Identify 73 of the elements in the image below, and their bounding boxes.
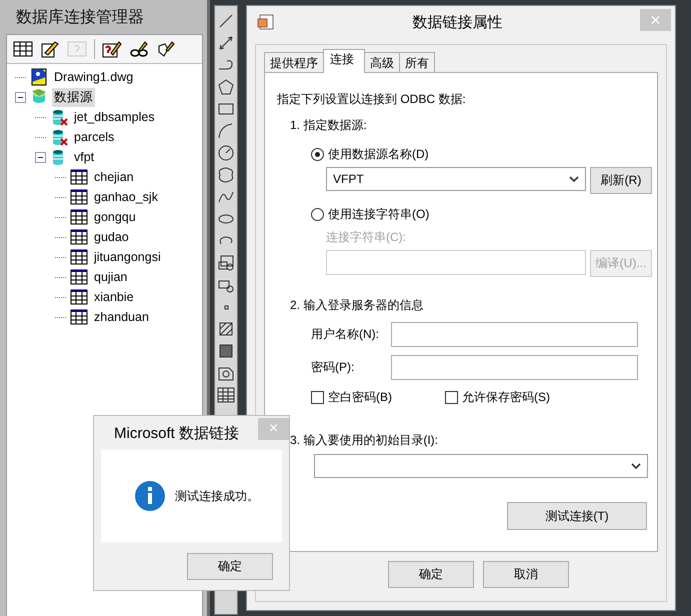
panel-title: 数据库连接管理器 [15, 8, 145, 28]
tree-item[interactable]: jet_dbsamples [72, 109, 157, 125]
collapse-icon[interactable] [35, 152, 46, 162]
checkbox-label[interactable]: 允许保存密码(S) [462, 389, 550, 406]
catalog-dropdown[interactable] [314, 454, 648, 478]
db-error-icon [50, 108, 68, 126]
window-title: Microsoft 数据链接 [113, 424, 240, 443]
checkbox[interactable] [445, 391, 458, 404]
datasource-icon [30, 88, 48, 106]
field-label: 密码(P): [311, 359, 356, 376]
window-title: 数据链接属性 [412, 12, 504, 32]
table-icon [70, 288, 88, 306]
radio-button[interactable] [311, 208, 324, 221]
tree-item[interactable]: ganhao_sjk [92, 189, 160, 205]
table-icon[interactable] [217, 386, 235, 404]
tree-item[interactable]: 数据源 [52, 88, 95, 106]
step-heading: 3. 输入要使用的初始目录(I): [290, 432, 440, 449]
intro-text: 指定下列设置以连接到 ODBC 数据: [277, 91, 467, 108]
refresh-button[interactable]: 刷新(R) [590, 167, 652, 194]
circle-icon[interactable] [217, 144, 235, 162]
tab[interactable]: 所有 [399, 52, 435, 73]
connection-string-field[interactable] [326, 250, 586, 275]
window-icon [257, 14, 275, 30]
link-tool-icon[interactable] [129, 40, 149, 58]
tree-item[interactable]: jituangongsi [92, 249, 163, 265]
message-text: 测试连接成功。 [175, 488, 259, 504]
tab[interactable]: 提供程序 [264, 52, 324, 73]
tree-item[interactable]: Drawing1.dwg [52, 69, 136, 85]
table-icon [70, 228, 88, 246]
checkbox-label[interactable]: 空白密码(B) [328, 389, 392, 406]
dimension-icon[interactable] [217, 34, 235, 52]
ok-button[interactable]: 确定 [187, 552, 273, 580]
username-field[interactable] [391, 322, 638, 347]
tree-item[interactable]: zhanduan [92, 309, 151, 325]
tree-item[interactable]: xianbie [92, 289, 136, 305]
table-icon [70, 268, 88, 286]
datasource-dropdown[interactable]: VFPT [326, 167, 586, 191]
table-icon [70, 308, 88, 326]
checkbox[interactable] [311, 391, 324, 404]
radio-label[interactable]: 使用连接字符串(O) [328, 206, 430, 223]
table-icon [70, 188, 88, 206]
step-heading: 1. 指定数据源: [290, 117, 368, 134]
tree-item[interactable]: vfpt [72, 149, 96, 165]
ok-button[interactable]: 确定 [388, 561, 474, 588]
pentagon-icon[interactable] [217, 78, 235, 96]
field-label: 连接字符串(C): [326, 229, 407, 246]
collapse-icon[interactable] [15, 92, 26, 102]
arc-icon[interactable] [217, 122, 235, 140]
cancel-button[interactable]: 取消 [483, 561, 569, 588]
hatch-icon[interactable] [217, 320, 235, 338]
table-icon [70, 208, 88, 226]
line-icon[interactable] [217, 12, 235, 30]
test-connection-button[interactable]: 测试连接(T) [507, 502, 647, 530]
password-field[interactable] [391, 355, 638, 380]
table-tool-icon[interactable] [13, 40, 33, 58]
field-label: 用户名称(N): [311, 326, 380, 343]
info-icon [135, 481, 165, 511]
tree-item[interactable]: chejian [92, 169, 136, 185]
sql-tool-icon[interactable] [102, 40, 122, 58]
cloud-icon[interactable] [217, 166, 235, 184]
step-heading: 2. 输入登录服务器的信息 [290, 297, 424, 314]
tree-item[interactable]: gudao [92, 229, 131, 245]
table-icon [70, 248, 88, 266]
radio-label[interactable]: 使用数据源名称(D) [328, 146, 429, 163]
radio-button[interactable] [311, 148, 324, 161]
drawing-icon [30, 68, 48, 86]
tab[interactable]: 连接 [323, 49, 365, 73]
db-error-icon [50, 128, 68, 146]
tree-item[interactable]: gongqu [92, 209, 138, 225]
table-icon [70, 168, 88, 186]
tree-item[interactable]: qujian [92, 269, 130, 285]
edit-tool-icon[interactable] [40, 40, 60, 58]
tree-item[interactable]: parcels [72, 129, 116, 145]
